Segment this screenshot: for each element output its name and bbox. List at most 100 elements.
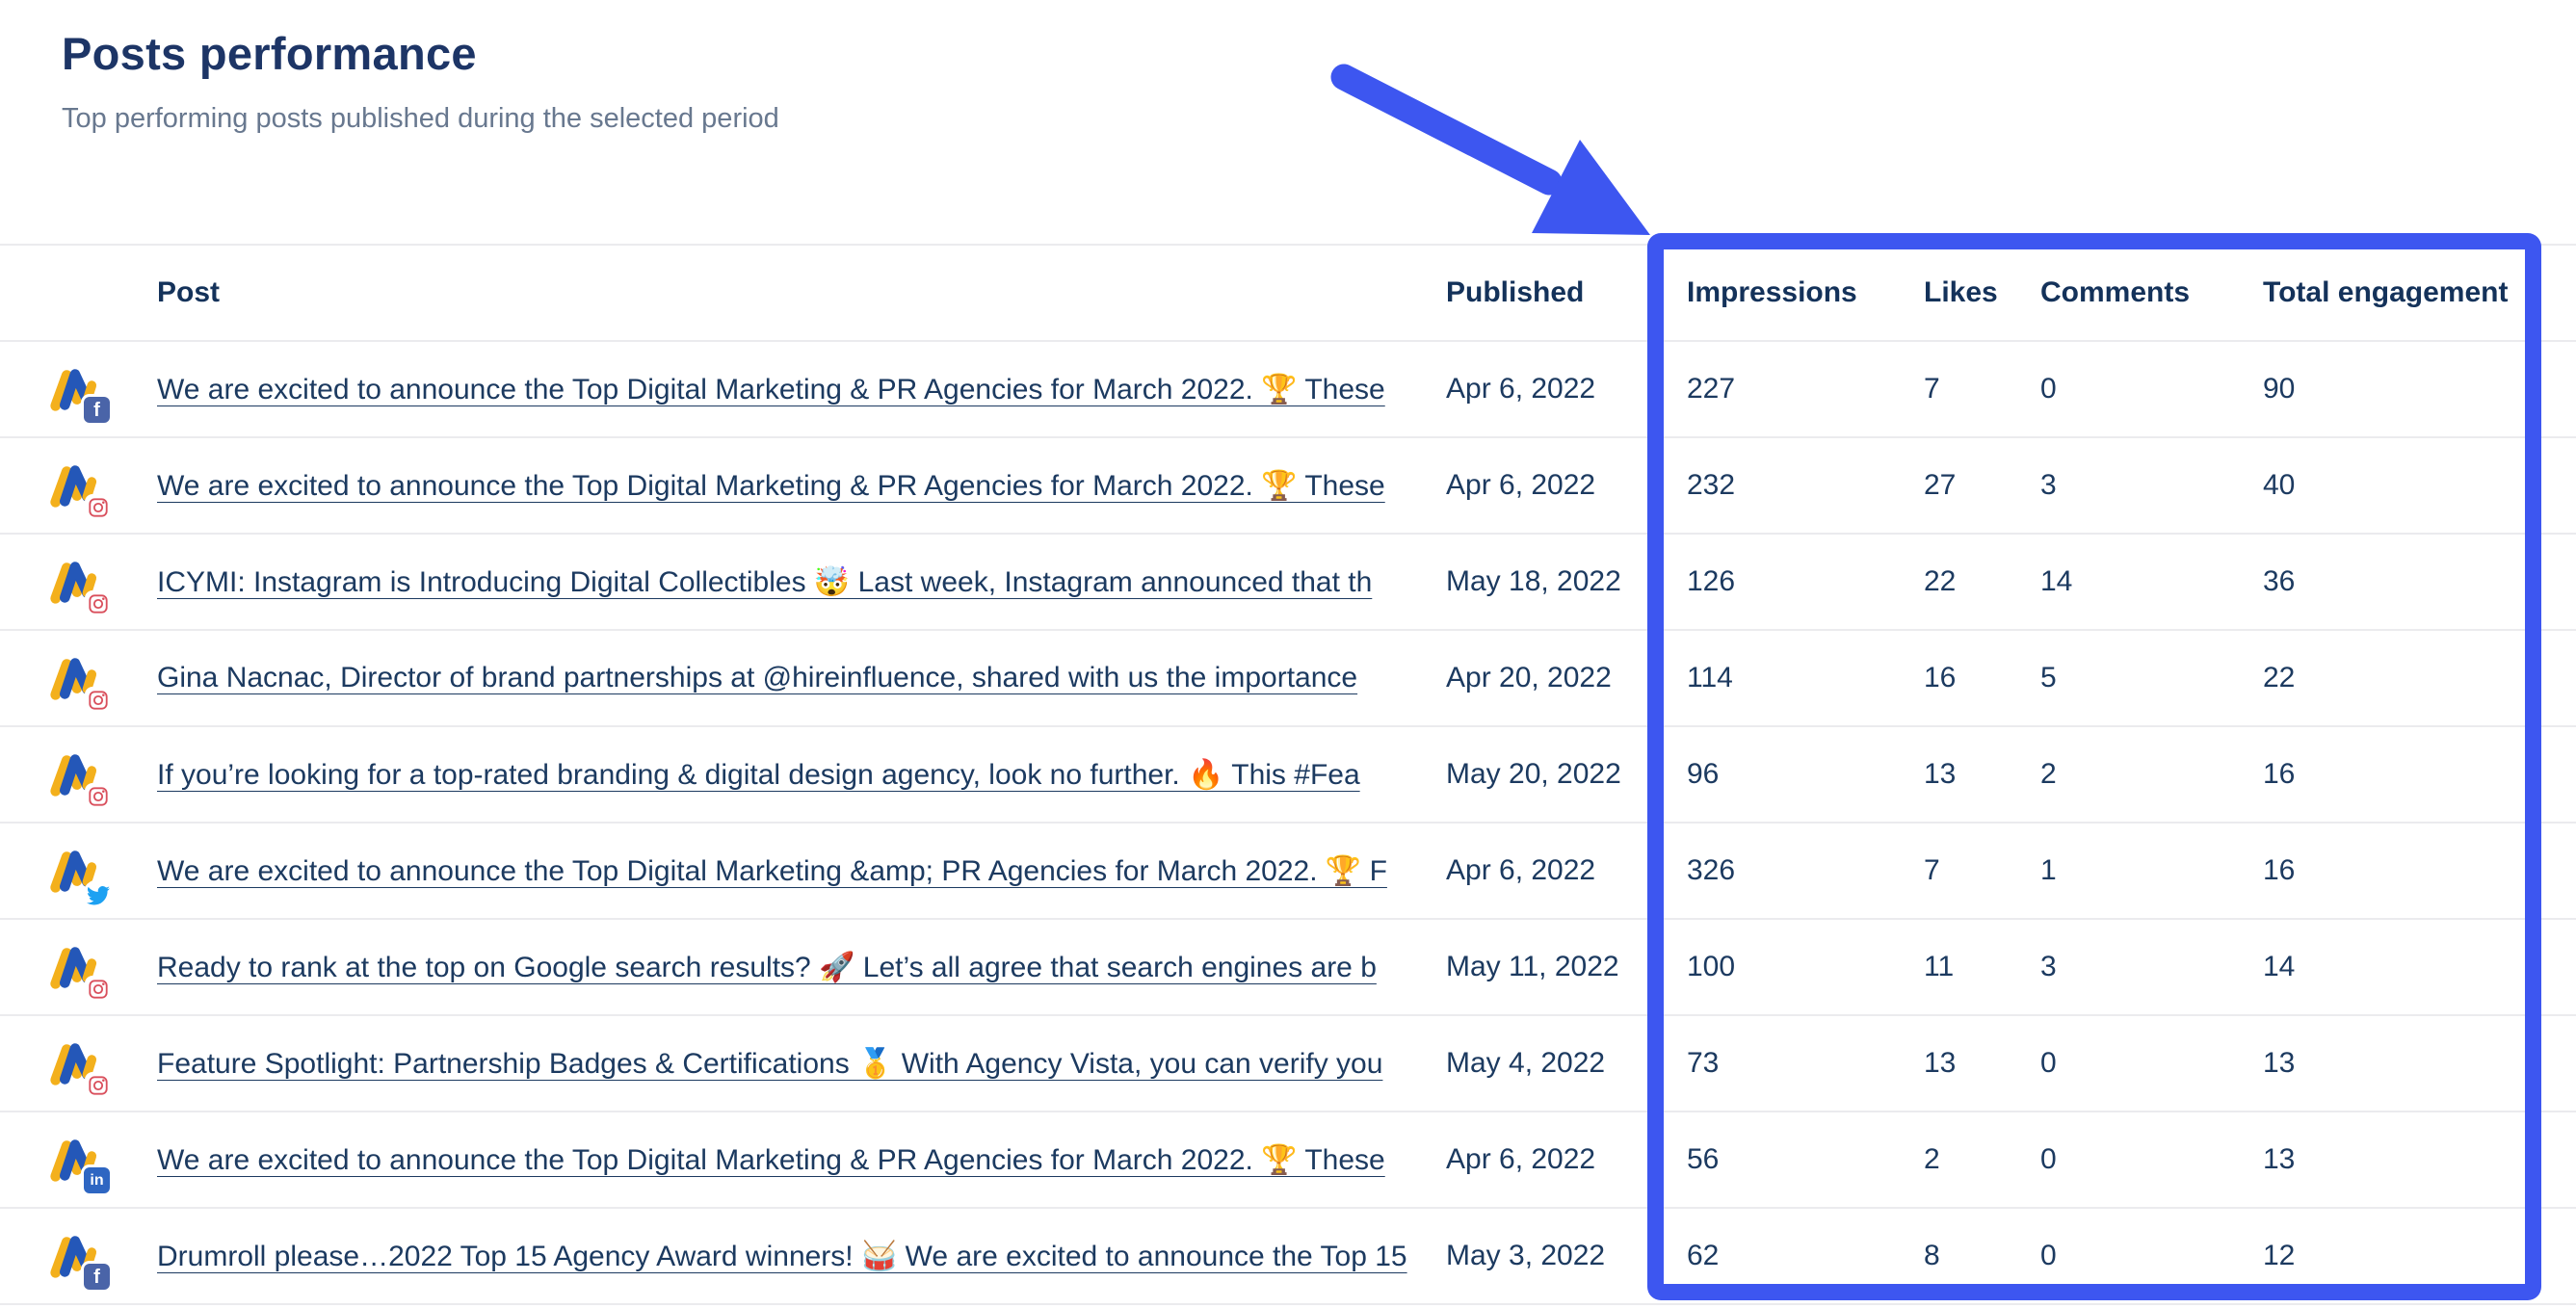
instagram-icon <box>85 976 112 1003</box>
avatar-cell: f <box>39 1230 157 1282</box>
table-row: If you’re looking for a top-rated brandi… <box>0 725 2576 822</box>
post-cell: Gina Nacnac, Director of brand partnersh… <box>157 662 1446 694</box>
table-row: We are excited to announce the Top Digit… <box>0 822 2576 918</box>
table-row: f Drumroll please…2022 Top 15 Agency Awa… <box>0 1207 2576 1303</box>
impressions-cell: 227 <box>1687 373 1924 405</box>
published-cell: Apr 6, 2022 <box>1446 854 1687 887</box>
post-cell: We are excited to announce the Top Digit… <box>157 1143 1446 1177</box>
column-header-total-engagement: Total engagement <box>2263 276 2576 309</box>
instagram-icon <box>85 590 112 617</box>
post-link[interactable]: Ready to rank at the top on Google searc… <box>157 952 1377 983</box>
likes-cell: 27 <box>1924 469 2040 502</box>
likes-cell: 8 <box>1924 1240 2040 1272</box>
instagram-icon <box>85 783 112 810</box>
post-link[interactable]: Drumroll please…2022 Top 15 Agency Award… <box>157 1241 1407 1272</box>
avatar-cell <box>39 556 157 608</box>
published-cell: Apr 6, 2022 <box>1446 469 1687 502</box>
impressions-cell: 96 <box>1687 758 1924 791</box>
post-link[interactable]: We are excited to announce the Top Digit… <box>157 470 1385 502</box>
column-header-published: Published <box>1446 276 1687 309</box>
published-cell: May 4, 2022 <box>1446 1047 1687 1080</box>
post-link[interactable]: We are excited to announce the Top Digit… <box>157 855 1387 887</box>
posts-performance-panel: Posts performance Top performing posts p… <box>0 27 2576 1308</box>
table-row: ICYMI: Instagram is Introducing Digital … <box>0 533 2576 629</box>
impressions-cell: 126 <box>1687 565 1924 598</box>
post-link[interactable]: Feature Spotlight: Partnership Badges & … <box>157 1048 1382 1080</box>
published-cell: May 18, 2022 <box>1446 565 1687 598</box>
comments-cell: 1 <box>2040 854 2263 887</box>
post-link[interactable]: We are excited to announce the Top Digit… <box>157 374 1385 405</box>
table-row: Ready to rank at the top on Google searc… <box>0 918 2576 1014</box>
table-row: in We are excited to announce the Top Di… <box>0 1111 2576 1207</box>
column-header-comments: Comments <box>2040 276 2263 309</box>
avatar-cell <box>39 1037 157 1089</box>
comments-cell: 0 <box>2040 373 2263 405</box>
total-engagement-cell: 16 <box>2263 758 2576 791</box>
avatar-cell <box>39 459 157 511</box>
likes-cell: 7 <box>1924 373 2040 405</box>
post-link[interactable]: Gina Nacnac, Director of brand partnersh… <box>157 662 1357 693</box>
post-cell: Feature Spotlight: Partnership Badges & … <box>157 1047 1446 1081</box>
post-link[interactable]: If you’re looking for a top-rated brandi… <box>157 759 1360 791</box>
impressions-cell: 326 <box>1687 854 1924 887</box>
column-header-impressions: Impressions <box>1687 276 1924 309</box>
avatar <box>46 556 98 608</box>
table-body: f We are excited to announce the Top Dig… <box>0 340 2576 1303</box>
comments-cell: 5 <box>2040 662 2263 694</box>
impressions-cell: 114 <box>1687 662 1924 694</box>
post-link[interactable]: ICYMI: Instagram is Introducing Digital … <box>157 566 1372 598</box>
likes-cell: 22 <box>1924 565 2040 598</box>
post-cell: Ready to rank at the top on Google searc… <box>157 951 1446 984</box>
published-cell: Apr 6, 2022 <box>1446 373 1687 405</box>
total-engagement-cell: 14 <box>2263 951 2576 983</box>
avatar-cell: in <box>39 1134 157 1186</box>
post-cell: We are excited to announce the Top Digit… <box>157 854 1446 888</box>
table-row: We are excited to announce the Top Digit… <box>0 436 2576 533</box>
instagram-icon <box>85 494 112 521</box>
comments-cell: 14 <box>2040 565 2263 598</box>
column-header-likes: Likes <box>1924 276 2040 309</box>
annotation-arrow-icon <box>1329 54 1667 247</box>
linkedin-icon: in <box>84 1167 110 1193</box>
total-engagement-cell: 16 <box>2263 854 2576 887</box>
avatar-cell <box>39 845 157 897</box>
likes-cell: 16 <box>1924 662 2040 694</box>
likes-cell: 13 <box>1924 1047 2040 1080</box>
avatar <box>46 748 98 800</box>
table-header-row: Post Published Impressions Likes Comment… <box>0 244 2576 340</box>
published-cell: Apr 20, 2022 <box>1446 662 1687 694</box>
post-link[interactable]: We are excited to announce the Top Digit… <box>157 1144 1385 1176</box>
likes-cell: 11 <box>1924 951 2040 983</box>
impressions-cell: 56 <box>1687 1143 1924 1176</box>
comments-cell: 3 <box>2040 951 2263 983</box>
post-cell: ICYMI: Instagram is Introducing Digital … <box>157 565 1446 599</box>
total-engagement-cell: 22 <box>2263 662 2576 694</box>
avatar <box>46 845 98 897</box>
instagram-icon <box>85 687 112 714</box>
likes-cell: 2 <box>1924 1143 2040 1176</box>
avatar <box>46 941 98 993</box>
avatar <box>46 459 98 511</box>
table-row: Feature Spotlight: Partnership Badges & … <box>0 1014 2576 1111</box>
page-subtitle: Top performing posts published during th… <box>62 103 2576 135</box>
avatar-cell <box>39 652 157 704</box>
post-cell: We are excited to announce the Top Digit… <box>157 469 1446 503</box>
total-engagement-cell: 90 <box>2263 373 2576 405</box>
published-cell: May 11, 2022 <box>1446 951 1687 983</box>
impressions-cell: 232 <box>1687 469 1924 502</box>
published-cell: May 20, 2022 <box>1446 758 1687 791</box>
avatar <box>46 652 98 704</box>
column-header-post: Post <box>157 276 1446 309</box>
impressions-cell: 62 <box>1687 1240 1924 1272</box>
total-engagement-cell: 36 <box>2263 565 2576 598</box>
table-row: Gina Nacnac, Director of brand partnersh… <box>0 629 2576 725</box>
table-bottom-divider <box>0 1303 2576 1305</box>
comments-cell: 0 <box>2040 1047 2263 1080</box>
comments-cell: 3 <box>2040 469 2263 502</box>
posts-table: Post Published Impressions Likes Comment… <box>0 244 2576 1305</box>
twitter-icon <box>83 879 114 910</box>
total-engagement-cell: 40 <box>2263 469 2576 502</box>
avatar: f <box>46 363 98 415</box>
published-cell: Apr 6, 2022 <box>1446 1143 1687 1176</box>
published-cell: May 3, 2022 <box>1446 1240 1687 1272</box>
